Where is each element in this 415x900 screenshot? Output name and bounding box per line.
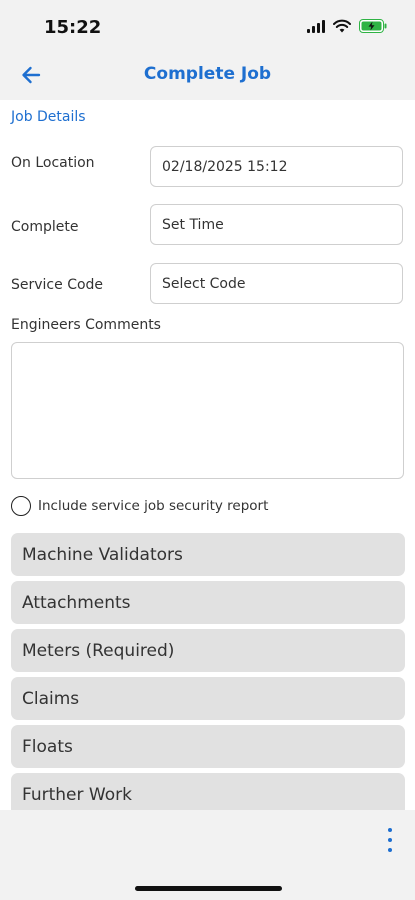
section-label: Meters (Required) bbox=[22, 640, 175, 661]
complete-time-field[interactable]: Set Time bbox=[150, 204, 403, 245]
section-label: Further Work bbox=[22, 784, 132, 805]
job-details-title: Job Details bbox=[11, 109, 86, 125]
service-code-select[interactable]: Select Code bbox=[150, 263, 403, 304]
battery-charging-icon bbox=[359, 19, 387, 33]
page-title: Complete Job bbox=[143, 64, 272, 84]
wifi-icon bbox=[333, 19, 351, 33]
complete-time-value: Set Time bbox=[162, 216, 224, 233]
section-label: Attachments bbox=[22, 592, 131, 613]
on-location-field[interactable]: 02/18/2025 15:12 bbox=[150, 146, 403, 187]
status-time: 15:22 bbox=[44, 17, 102, 38]
security-report-radio[interactable] bbox=[11, 496, 31, 516]
section-attachments[interactable]: Attachments bbox=[11, 581, 405, 624]
engineers-comments-label: Engineers Comments bbox=[11, 317, 161, 333]
home-indicator bbox=[135, 886, 282, 891]
on-location-label: On Location bbox=[11, 155, 95, 171]
security-report-option[interactable]: Include service job security report bbox=[11, 496, 268, 516]
section-claims[interactable]: Claims bbox=[11, 677, 405, 720]
service-code-label: Service Code bbox=[11, 277, 104, 293]
complete-label: Complete bbox=[11, 219, 79, 235]
bottom-toolbar bbox=[0, 810, 415, 900]
security-report-label: Include service job security report bbox=[38, 498, 269, 514]
signal-icon bbox=[307, 19, 325, 33]
on-location-value: 02/18/2025 15:12 bbox=[162, 158, 288, 175]
section-machine-validators[interactable]: Machine Validators bbox=[11, 533, 405, 576]
section-meters[interactable]: Meters (Required) bbox=[11, 629, 405, 672]
section-label: Floats bbox=[22, 736, 73, 757]
more-vertical-icon[interactable] bbox=[385, 828, 395, 852]
section-label: Claims bbox=[22, 688, 80, 709]
status-bar: 15:22 bbox=[0, 0, 415, 50]
status-icons bbox=[307, 19, 387, 33]
nav-bar: Complete Job bbox=[0, 50, 415, 100]
engineers-comments-input[interactable] bbox=[11, 342, 404, 479]
section-label: Machine Validators bbox=[22, 544, 183, 565]
service-code-value: Select Code bbox=[162, 275, 246, 292]
section-floats[interactable]: Floats bbox=[11, 725, 405, 768]
